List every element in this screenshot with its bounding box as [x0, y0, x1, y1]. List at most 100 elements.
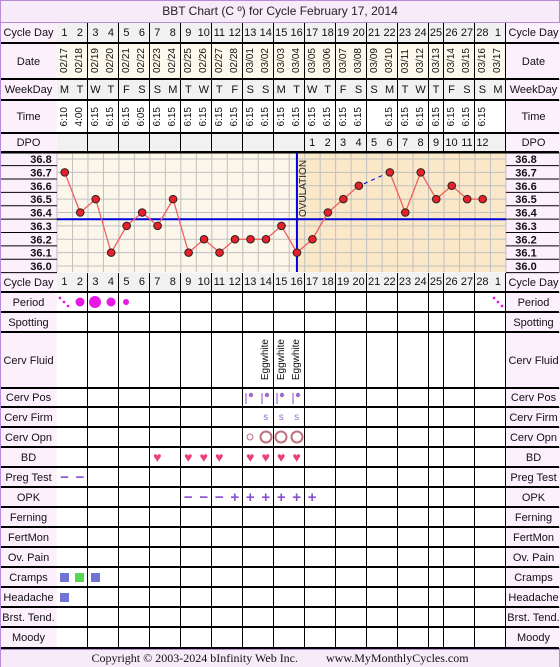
cell-cerv-pos[interactable] [444, 389, 460, 406]
cell-fertmon[interactable] [57, 528, 73, 546]
cell-preg-test[interactable] [397, 468, 414, 486]
cell-cramps[interactable] [57, 568, 73, 586]
cell-period[interactable] [366, 293, 383, 311]
cell-brst-tend[interactable] [72, 608, 89, 626]
cell-cerv-fluid[interactable] [87, 333, 104, 387]
cell-period[interactable] [413, 293, 429, 311]
cell-preg-test[interactable] [196, 468, 213, 486]
cell-cerv-opn[interactable] [474, 428, 491, 446]
cell-cerv-pos[interactable] [490, 389, 507, 406]
cell-ferning[interactable] [474, 508, 491, 526]
cell-preg-test[interactable] [165, 468, 182, 486]
cell-brst-tend[interactable] [211, 608, 228, 626]
cell-headache[interactable] [382, 588, 399, 606]
cell-period[interactable] [474, 293, 491, 311]
cell-cerv-pos[interactable] [211, 389, 228, 406]
cell-bd[interactable] [382, 448, 399, 466]
cervix-firmness-soft[interactable]: s [258, 408, 275, 426]
cell-cerv-opn[interactable] [72, 428, 89, 446]
cell-period[interactable] [149, 293, 166, 311]
cell-cerv-pos[interactable] [382, 389, 399, 406]
cell-brst-tend[interactable] [227, 608, 244, 626]
cell-ov-pain[interactable] [366, 548, 383, 566]
cell-cerv-opn[interactable] [289, 428, 306, 446]
cell-cerv-firm[interactable] [180, 408, 197, 426]
cell-period[interactable] [444, 293, 460, 311]
cell-spotting[interactable] [304, 313, 321, 331]
cell-spotting[interactable] [118, 313, 135, 331]
cell-spotting[interactable] [103, 313, 120, 331]
cell-brst-tend[interactable] [165, 608, 182, 626]
cell-brst-tend[interactable] [304, 608, 321, 626]
cell-opk[interactable] [335, 488, 352, 506]
cell-moody[interactable] [72, 628, 89, 647]
cell-cerv-fluid[interactable] [320, 333, 337, 387]
cell-bd[interactable]: ♥ [242, 448, 259, 466]
cell-moody[interactable] [413, 628, 429, 647]
cell-bd[interactable] [428, 448, 445, 466]
cell-brst-tend[interactable] [196, 608, 213, 626]
cell-cramps[interactable] [180, 568, 197, 586]
cell-opk[interactable] [413, 488, 429, 506]
cell-cerv-fluid[interactable] [459, 333, 476, 387]
cell-ferning[interactable] [382, 508, 399, 526]
cell-opk[interactable]: + [227, 488, 244, 506]
cell-fertmon[interactable] [459, 528, 476, 546]
cell-cramps[interactable] [227, 568, 244, 586]
cell-headache[interactable] [304, 588, 321, 606]
cell-headache[interactable] [211, 588, 228, 606]
cell-cramps[interactable] [444, 568, 460, 586]
cell-period[interactable] [118, 293, 135, 311]
cell-ferning[interactable] [87, 508, 104, 526]
cell-preg-test[interactable] [258, 468, 275, 486]
cell-spotting[interactable] [227, 313, 244, 331]
cell-fertmon[interactable] [134, 528, 151, 546]
cell-opk[interactable] [118, 488, 135, 506]
cell-opk[interactable] [474, 488, 491, 506]
cell-spotting[interactable] [490, 313, 507, 331]
cell-period[interactable] [87, 293, 104, 311]
cell-cerv-fluid[interactable] [413, 333, 429, 387]
cell-moody[interactable] [351, 628, 368, 647]
cell-cerv-opn[interactable] [382, 428, 399, 446]
cell-opk[interactable] [103, 488, 120, 506]
cell-fertmon[interactable] [444, 528, 460, 546]
cell-ferning[interactable] [428, 508, 445, 526]
cell-headache[interactable] [366, 588, 383, 606]
cell-cerv-fluid[interactable] [134, 333, 151, 387]
cell-cerv-opn[interactable] [459, 428, 476, 446]
cell-period[interactable] [273, 293, 290, 311]
cell-moody[interactable] [289, 628, 306, 647]
cell-cramps[interactable] [335, 568, 352, 586]
site-link[interactable]: www.MyMonthlyCycles.com [326, 651, 469, 665]
cell-ferning[interactable] [351, 508, 368, 526]
cell-ov-pain[interactable] [180, 548, 197, 566]
cell-cerv-firm[interactable] [335, 408, 352, 426]
cell-cerv-firm[interactable] [211, 408, 228, 426]
cell-cerv-firm[interactable] [397, 408, 414, 426]
cell-headache[interactable] [289, 588, 306, 606]
cell-brst-tend[interactable] [242, 608, 259, 626]
cell-fertmon[interactable] [211, 528, 228, 546]
cell-cerv-opn[interactable] [165, 428, 182, 446]
cell-ferning[interactable] [273, 508, 290, 526]
cell-preg-test[interactable]: − [57, 468, 73, 486]
cell-moody[interactable] [444, 628, 460, 647]
cell-fertmon[interactable] [397, 528, 414, 546]
cell-cerv-opn[interactable] [180, 428, 197, 446]
cell-cerv-pos[interactable] [273, 389, 290, 406]
cell-cerv-firm[interactable] [382, 408, 399, 426]
cell-bd[interactable] [413, 448, 429, 466]
cell-cerv-fluid[interactable] [165, 333, 182, 387]
cell-cerv-opn[interactable] [413, 428, 429, 446]
cell-brst-tend[interactable] [149, 608, 166, 626]
cell-cerv-pos[interactable] [134, 389, 151, 406]
cell-ferning[interactable] [103, 508, 120, 526]
cell-brst-tend[interactable] [258, 608, 275, 626]
cell-cerv-pos[interactable] [304, 389, 321, 406]
cell-headache[interactable] [428, 588, 445, 606]
cell-opk[interactable]: − [211, 488, 228, 506]
cell-cerv-firm[interactable] [304, 408, 321, 426]
cell-headache[interactable] [72, 588, 89, 606]
cell-period[interactable] [320, 293, 337, 311]
